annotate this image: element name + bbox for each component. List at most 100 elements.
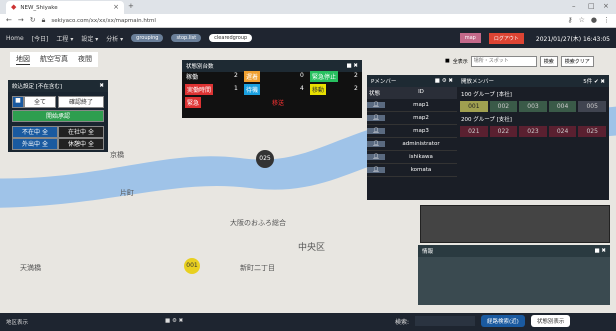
close-window-icon[interactable]: × [603,3,609,10]
status-badge-emergency-stop[interactable]: 緊急停止 [310,71,339,82]
group-cell[interactable]: 023 [519,126,547,137]
status-badge-moving[interactable]: 移動 [310,84,327,95]
member-table-header: 状態 ID [367,87,457,99]
route-search-button[interactable]: 経路検索(近) [481,315,525,327]
group-cell[interactable]: 024 [548,126,577,137]
status-alert[interactable]: 移送 [270,97,287,108]
start-approve-button[interactable]: 開始承認 [12,110,104,122]
map-label-kyobashi: 京橋 [110,151,124,159]
group-1-cells: 001 002 003 004 005 [457,101,609,112]
member-id: komata [410,167,432,173]
group-cell[interactable]: 002 [489,101,518,112]
table-row[interactable]: 👤︎ map3 [367,125,457,138]
menu-icon[interactable]: ⋮ [603,17,610,24]
group-cell[interactable]: 025 [578,126,606,137]
reload-icon[interactable]: ↻ [30,17,36,24]
bottom-search: 検索: 経路検索(近) 状態別表示 [395,315,571,327]
key-icon[interactable]: ⚷ [567,17,572,24]
nav-settings[interactable]: 設定 ▾ [81,34,98,43]
group-cell[interactable]: 004 [548,101,577,112]
group-cell[interactable]: 022 [489,126,518,137]
new-tab-icon[interactable]: + [128,3,134,10]
user-icon: 👤︎ [367,154,385,160]
browser-tab[interactable]: ◆ NEW_Shiyake × [6,1,124,14]
member-panel: Pメンバー ■ ⚙ ✖ 状態 ID 👤︎ map1 👤︎ map2 👤︎ map… [367,75,457,200]
show-all-label: 全表示 [452,58,468,65]
close-icon[interactable]: ✖ [99,83,104,89]
tab-night[interactable]: 夜間 [78,54,92,65]
show-all-checkbox[interactable]: ■ [445,58,450,64]
bottom-controls-icon[interactable]: ■ ⚙ ✖ [165,318,183,324]
url-text[interactable]: sekiyaco.com/xx/xx/xx/mapmain.html [51,18,561,24]
tab-aerial[interactable]: 航空写真 [40,54,68,65]
nav-process[interactable]: 工程 ▾ [56,34,73,43]
filter-panel-header: 絞込設定 [不在含む] ✖ [8,80,108,92]
nav-pill-3[interactable]: clearedgroup [209,34,253,42]
select-all-checkbox[interactable]: ■ [12,96,24,108]
star-icon[interactable]: ☆ [579,17,585,24]
marker-025[interactable]: 025 [256,150,274,168]
absent-filter-button[interactable]: 不在中 全 [12,126,58,138]
status-badge-late[interactable]: 遅着 [244,71,261,82]
table-row[interactable]: 👤︎ komata [367,164,457,177]
status-count-2: 1 [234,85,238,92]
inoffice-filter-button[interactable]: 在社中 全 [58,126,104,138]
group-cell[interactable]: 005 [578,101,606,112]
table-row[interactable]: 👤︎ ishikawa [367,151,457,164]
nav-analysis[interactable]: 分析 ▾ [106,34,123,43]
user-icon: 👤︎ [367,141,385,147]
table-row[interactable]: 👤︎ administrator [367,138,457,151]
status-display-button[interactable]: 状態別表示 [530,315,571,327]
nav-pill-1[interactable]: grouping [131,34,164,42]
close-icon[interactable]: ■ ✖ [346,63,358,69]
close-icon[interactable]: ■ ✖ [594,248,606,254]
all-button[interactable]: 全て [24,96,56,108]
bottom-search-input[interactable] [415,316,476,326]
group-cell[interactable]: 021 [460,126,488,137]
user-icon: 👤︎ [367,128,385,134]
member-panel-header: Pメンバー ■ ⚙ ✖ [367,75,457,87]
browser-tab-bar: ◆ NEW_Shiyake × + – □ × [0,0,616,14]
status-label-2[interactable]: 実働時間 [185,84,214,95]
col-state: 状態 [369,91,381,97]
status-label-emergency[interactable]: 緊急 [185,97,202,108]
map-button[interactable]: map [459,33,481,43]
member-id: ishikawa [409,154,433,160]
table-row[interactable]: 👤︎ map1 [367,99,457,112]
table-row[interactable]: 👤︎ map2 [367,112,457,125]
minimize-icon[interactable]: – [572,3,576,10]
nav-home[interactable]: Home [6,35,24,42]
group-cell[interactable]: 003 [519,101,547,112]
status-badge-standby[interactable]: 待機 [244,84,261,95]
maximize-icon[interactable]: □ [588,3,595,10]
member-list: 👤︎ map1 👤︎ map2 👤︎ map3 👤︎ administrator… [367,99,457,177]
group-2-cells: 021 022 023 024 025 [457,126,609,137]
search-button[interactable]: 検索 [539,55,558,67]
nav-today[interactable]: [今日] [32,34,49,43]
status-panel-title: 状態別台数 [186,64,214,70]
group-cell[interactable]: 001 [460,101,488,112]
member-panel-title: Pメンバー [371,79,397,85]
app-navbar: Home [今日] 工程 ▾ 設定 ▾ 分析 ▾ grouping stop.l… [0,28,616,48]
close-icon[interactable]: ■ ⚙ ✖ [435,78,453,84]
marker-001[interactable]: 001 [184,258,200,274]
close-tab-icon[interactable]: × [113,4,119,11]
site-favicon-icon: ◆ [11,3,17,11]
search-clear-button[interactable]: 検索クリア [560,55,594,67]
empty-panel [420,205,610,243]
tab-map[interactable]: 地図 [16,54,30,65]
nav-pill-2[interactable]: stop.list [171,34,202,42]
map-search: ■ 全表示 検索 検索クリア [445,55,610,67]
close-icon[interactable]: ✔ ✖ [594,79,605,85]
group-count: 5件 ✔ ✖ [583,77,605,85]
break-filter-button[interactable]: 休憩中 全 [58,138,104,150]
logout-button[interactable]: ログアウト [488,32,524,44]
info-panel-title: 情報 [422,249,434,255]
out-filter-button[interactable]: 外出中 全 [12,138,58,150]
profile-icon[interactable]: ● [591,17,597,24]
back-icon[interactable]: ← [6,17,12,24]
forward-icon[interactable]: → [18,17,24,24]
search-input[interactable] [470,55,537,67]
group-panel-header: 開放メンバー 5件 ✔ ✖ [457,75,609,87]
checked-button[interactable]: 確認終了 [58,96,104,108]
